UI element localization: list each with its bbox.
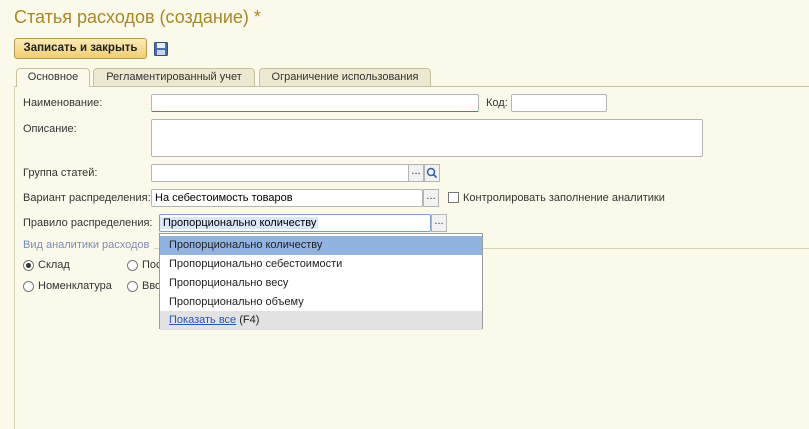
analytics-group-title: Вид аналитики расходов bbox=[23, 239, 150, 251]
dropdown-option[interactable]: Пропорционально объему bbox=[160, 293, 482, 312]
radio-warehouse[interactable] bbox=[23, 260, 34, 271]
tab-usage-restriction[interactable]: Ограничение использования bbox=[259, 68, 431, 86]
group-label: Группа статей: bbox=[23, 167, 98, 179]
code-label: Код: bbox=[486, 97, 508, 109]
rule-select-button[interactable]: ... bbox=[431, 214, 447, 232]
panel-border bbox=[14, 86, 15, 429]
variant-label: Вариант распределения: bbox=[23, 192, 151, 204]
rule-label: Правило распределения: bbox=[23, 217, 153, 229]
rule-value: Пропорционально количеству bbox=[160, 217, 319, 229]
description-label: Описание: bbox=[23, 123, 77, 135]
variant-select-button[interactable]: ... bbox=[423, 189, 439, 207]
show-all-shortcut: (F4) bbox=[239, 314, 260, 326]
radio-nomenclature[interactable] bbox=[23, 281, 34, 292]
control-analytics-checkbox[interactable] bbox=[448, 192, 459, 203]
tab-divider bbox=[14, 86, 809, 87]
dropdown-option[interactable]: Пропорционально себестоимости bbox=[160, 255, 482, 274]
rule-dropdown-list: Пропорционально количеству Пропорциональ… bbox=[159, 233, 483, 330]
name-input[interactable] bbox=[151, 94, 479, 112]
radio-warehouse-label: Склад bbox=[38, 259, 70, 271]
show-all-row: Показать все (F4) bbox=[160, 311, 482, 330]
rule-input[interactable]: Пропорционально количеству bbox=[159, 214, 431, 232]
variant-input[interactable]: На себестоимость товаров bbox=[151, 189, 423, 207]
variant-value: На себестоимость товаров bbox=[155, 192, 293, 204]
description-textarea[interactable] bbox=[151, 119, 703, 157]
dropdown-option[interactable]: Пропорционально весу bbox=[160, 274, 482, 293]
tab-regulated-accounting[interactable]: Регламентированный учет bbox=[93, 68, 255, 86]
dropdown-option[interactable]: Пропорционально количеству bbox=[160, 236, 482, 255]
name-label: Наименование: bbox=[23, 97, 103, 109]
save-and-close-button[interactable]: Записать и закрыть bbox=[14, 38, 147, 59]
window-title: Статья расходов (создание) * bbox=[14, 7, 261, 27]
control-analytics-label: Контролировать заполнение аналитики bbox=[463, 192, 665, 204]
tab-main[interactable]: Основное bbox=[16, 68, 90, 87]
code-input[interactable] bbox=[511, 94, 607, 112]
group-input[interactable] bbox=[151, 164, 409, 182]
save-disk-icon[interactable] bbox=[154, 42, 168, 56]
radio-option-4[interactable] bbox=[127, 281, 138, 292]
search-icon[interactable] bbox=[424, 164, 440, 182]
group-select-button[interactable]: ... bbox=[408, 164, 424, 182]
show-all-link[interactable]: Показать все bbox=[169, 314, 236, 326]
radio-option-2[interactable] bbox=[127, 260, 138, 271]
radio-nomenclature-label: Номенклатура bbox=[38, 280, 112, 292]
